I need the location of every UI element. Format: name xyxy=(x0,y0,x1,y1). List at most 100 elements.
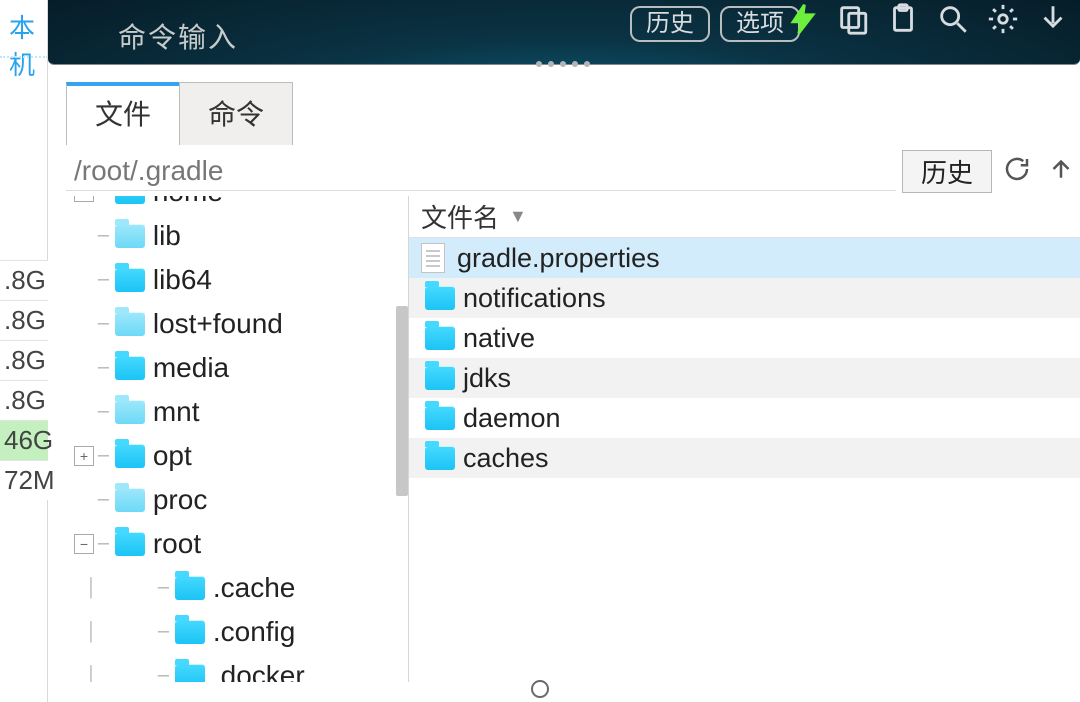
tree-label: media xyxy=(153,352,229,384)
tree-spacer xyxy=(74,490,94,510)
tree-label: lib64 xyxy=(153,264,212,296)
local-machine-label[interactable]: 本机 xyxy=(0,8,44,82)
tree-label: proc xyxy=(153,484,207,516)
collapse-icon[interactable]: − xyxy=(74,534,94,554)
column-filename: 文件名 xyxy=(421,198,499,235)
folder-icon xyxy=(175,576,205,600)
tree-item[interactable]: │ ─.docker xyxy=(64,654,396,682)
size-cell: .8G xyxy=(0,300,48,340)
tree-item[interactable]: +─opt xyxy=(64,434,396,478)
path-input[interactable] xyxy=(66,151,896,191)
size-list: .8G.8G.8G.8G46G72M xyxy=(0,260,48,500)
folder-icon xyxy=(115,196,145,204)
gear-icon[interactable] xyxy=(986,2,1020,41)
tree-item[interactable]: ─mnt xyxy=(64,390,396,434)
tree-spacer xyxy=(74,270,94,290)
size-cell: 46G xyxy=(0,420,48,460)
filelist-header[interactable]: 文件名 ▼ xyxy=(409,196,1080,238)
folder-icon xyxy=(175,620,205,644)
path-history-button[interactable]: 历史 xyxy=(902,150,992,193)
folder-tree[interactable]: +─home ─lib ─lib64 ─lost+found ─media ─m… xyxy=(64,196,396,682)
bottom-resize-handle[interactable] xyxy=(531,680,549,698)
folder-icon xyxy=(115,224,145,248)
paste-icon[interactable] xyxy=(886,2,920,41)
file-row[interactable]: gradle.properties xyxy=(409,238,1080,278)
tree-spacer xyxy=(134,578,154,598)
size-cell: .8G xyxy=(0,380,48,420)
tree-item[interactable]: ─lib xyxy=(64,214,396,258)
tree-label: .docker xyxy=(213,660,305,682)
size-cell: .8G xyxy=(0,260,48,300)
file-row[interactable]: native xyxy=(409,318,1080,358)
tree-spacer xyxy=(74,226,94,246)
left-panel: 本机 .8G.8G.8G.8G46G72M xyxy=(0,0,48,702)
download-icon[interactable] xyxy=(1036,2,1070,41)
folder-icon xyxy=(115,400,145,424)
tree-label: root xyxy=(153,528,201,560)
file-row[interactable]: notifications xyxy=(409,278,1080,318)
folder-icon xyxy=(115,356,145,380)
history-button[interactable]: 历史 xyxy=(630,6,710,42)
tree-label: .config xyxy=(213,616,296,648)
tree-spacer xyxy=(74,314,94,334)
file-name: caches xyxy=(463,443,549,474)
folder-icon xyxy=(115,268,145,292)
tab-bar: 文件 命令 xyxy=(66,82,292,145)
tree-label: opt xyxy=(153,440,192,472)
tree-item[interactable]: │ ─.cache xyxy=(64,566,396,610)
folder-icon xyxy=(425,406,455,430)
tree-item[interactable]: −─root xyxy=(64,522,396,566)
folder-icon xyxy=(115,532,145,556)
tree-label: mnt xyxy=(153,396,200,428)
folder-icon xyxy=(425,326,455,350)
file-row[interactable]: daemon xyxy=(409,398,1080,438)
tab-files[interactable]: 文件 xyxy=(66,82,180,145)
file-row[interactable]: caches xyxy=(409,438,1080,478)
tree-spacer xyxy=(74,358,94,378)
resize-grip[interactable] xyxy=(536,61,592,67)
tree-item[interactable]: ─lost+found xyxy=(64,302,396,346)
tree-item[interactable]: │ ─.config xyxy=(64,610,396,654)
folder-icon xyxy=(425,366,455,390)
folder-icon xyxy=(115,312,145,336)
tree-spacer xyxy=(134,666,154,682)
splitter[interactable] xyxy=(396,196,408,682)
search-icon[interactable] xyxy=(936,2,970,41)
command-bar: 命令输入 历史 选项 xyxy=(48,0,1080,65)
tree-spacer xyxy=(134,622,154,642)
tree-label: lib xyxy=(153,220,181,252)
left-separator xyxy=(0,56,48,58)
tree-label: home xyxy=(153,196,223,208)
folder-icon xyxy=(175,664,205,682)
up-icon[interactable] xyxy=(1046,154,1076,189)
expand-icon[interactable]: + xyxy=(74,446,94,466)
main-area: +─home ─lib ─lib64 ─lost+found ─media ─m… xyxy=(64,196,1080,682)
file-icon xyxy=(421,243,445,273)
folder-icon xyxy=(115,444,145,468)
tree-label: .cache xyxy=(213,572,296,604)
command-input-placeholder[interactable]: 命令输入 xyxy=(118,16,238,56)
tree-label: lost+found xyxy=(153,308,283,340)
tree-item[interactable]: ─lib64 xyxy=(64,258,396,302)
expand-icon[interactable]: + xyxy=(74,196,94,202)
bolt-icon[interactable] xyxy=(786,2,820,41)
tree-item[interactable]: ─media xyxy=(64,346,396,390)
file-list: 文件名 ▼ gradle.properties notifications nati… xyxy=(408,196,1080,682)
tree-item[interactable]: +─home xyxy=(64,196,396,214)
toolbar-icons xyxy=(786,2,1070,41)
file-name: gradle.properties xyxy=(457,243,660,274)
file-name: notifications xyxy=(463,283,606,314)
tree-spacer xyxy=(74,402,94,422)
file-row[interactable]: jdks xyxy=(409,358,1080,398)
folder-icon xyxy=(425,286,455,310)
nav-icons xyxy=(1002,154,1076,189)
tab-commands[interactable]: 命令 xyxy=(179,82,293,145)
file-name: native xyxy=(463,323,535,354)
refresh-icon[interactable] xyxy=(1002,154,1032,189)
folder-icon xyxy=(425,446,455,470)
path-bar: 历史 xyxy=(66,150,1080,192)
folder-icon xyxy=(115,488,145,512)
copy-icon[interactable] xyxy=(836,2,870,41)
tree-item[interactable]: ─proc xyxy=(64,478,396,522)
command-buttons: 历史 选项 xyxy=(630,6,800,42)
